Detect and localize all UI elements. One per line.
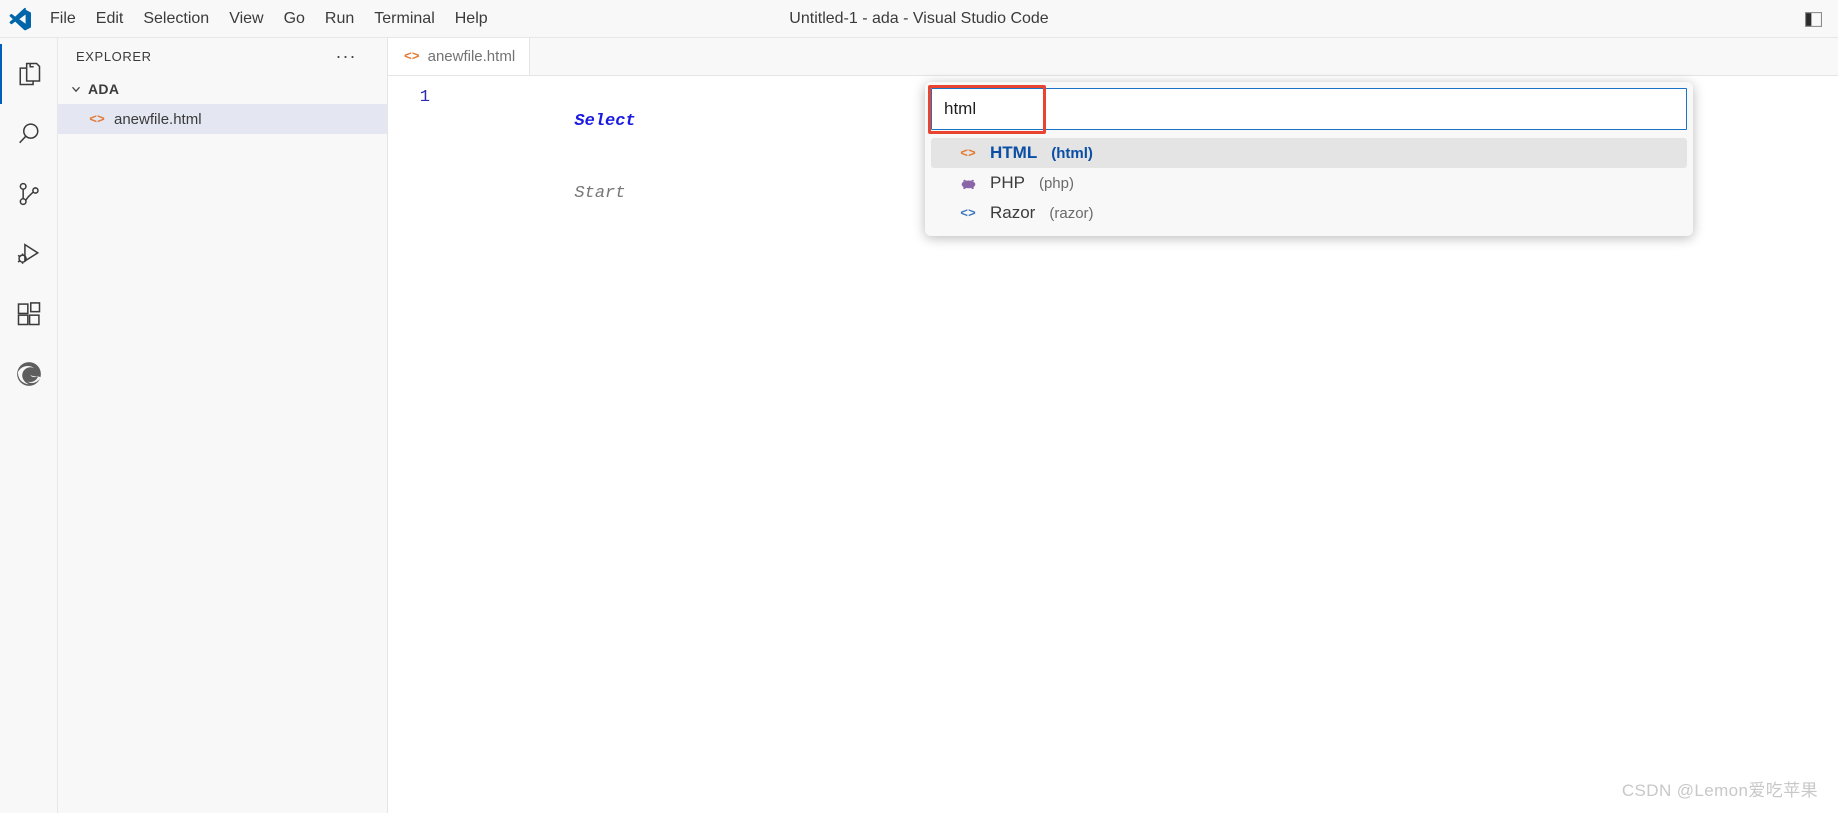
menu-terminal[interactable]: Terminal [364,0,444,38]
code-token-select: Select [574,112,636,131]
explorer-sidebar: EXPLORER ··· ADA <> anewfile.html [58,38,388,813]
tab-label: anewfile.html [427,48,516,65]
php-icon [958,177,978,190]
line-number-gutter: 1 [388,76,452,813]
html-file-icon: <> [404,49,420,64]
menu-help[interactable]: Help [445,0,498,38]
menu-edit[interactable]: Edit [86,0,134,38]
menu-selection[interactable]: Selection [133,0,219,38]
folder-name-ada: ADA [88,81,120,97]
activity-item-run-and-debug[interactable] [0,224,57,284]
title-bar-actions [1796,0,1830,38]
quick-pick-item-description: (razor) [1049,204,1094,222]
vscode-logo-icon [0,0,40,38]
activity-item-edge-browser[interactable] [0,344,57,404]
activity-item-explorer[interactable] [0,44,57,104]
explorer-header: EXPLORER ··· [58,38,387,74]
quick-pick-item-label: HTML [990,143,1038,162]
folder-row-ada[interactable]: ADA [58,74,387,104]
activity-item-source-control[interactable] [0,164,57,224]
search-icon [15,120,43,148]
menu-bar: File Edit Selection View Go Run Terminal… [40,0,498,38]
tab-anewfile-html[interactable]: <> anewfile.html [388,38,531,75]
source-control-icon [15,180,43,208]
html-file-icon: <> [89,111,105,127]
quick-pick-item-php[interactable]: PHP (php) [931,168,1687,198]
menu-view[interactable]: View [219,0,273,38]
quick-pick-input-wrap [928,85,1687,134]
quick-pick-list: <> HTML (html) PHP (php) <> Razor (razor… [931,138,1687,228]
activity-item-extensions[interactable] [0,284,57,344]
razor-icon: <> [960,205,976,221]
title-bar: File Edit Selection View Go Run Terminal… [0,0,1838,38]
toggle-sidebar-layout-icon[interactable] [1796,4,1830,34]
quick-pick-item-description: (php) [1038,174,1074,192]
line-number: 1 [419,88,430,107]
menu-run[interactable]: Run [315,0,364,38]
menu-file[interactable]: File [40,0,86,38]
run-debug-icon [15,240,43,268]
activity-item-search[interactable] [0,104,57,164]
chevron-down-icon [66,79,86,99]
quick-pick-item-html[interactable]: <> HTML (html) [931,138,1687,168]
file-row-anewfile-html[interactable]: <> anewfile.html [58,104,387,134]
activity-bar [0,38,58,813]
vscode-window: File Edit Selection View Go Run Terminal… [0,0,1838,813]
code-token-start: Start [574,184,626,203]
editor-area: <> anewfile.html 1 Select Start html <> … [388,38,1838,813]
extensions-icon [15,300,43,328]
files-icon [15,60,43,88]
language-mode-quick-pick: <> HTML (html) [925,82,1693,236]
explorer-title: EXPLORER [76,48,152,64]
explorer-actions: ··· [333,44,381,68]
editor-tab-bar: <> anewfile.html [388,38,1838,76]
file-name-label: anewfile.html [114,110,202,128]
quick-pick-item-razor[interactable]: <> Razor (razor) [931,198,1687,228]
quick-pick-item-description: (html) [1051,144,1093,162]
quick-pick-item-label: Razor [990,203,1036,222]
explorer-more-actions-icon[interactable]: ··· [333,44,359,68]
html-icon: <> [960,145,976,161]
quick-pick-item-label: PHP [990,173,1025,192]
workbench-body: EXPLORER ··· ADA <> anewfile.html <> ane… [0,38,1838,813]
quick-pick-input[interactable] [931,88,1687,130]
edge-icon [14,359,44,389]
menu-go[interactable]: Go [274,0,315,38]
